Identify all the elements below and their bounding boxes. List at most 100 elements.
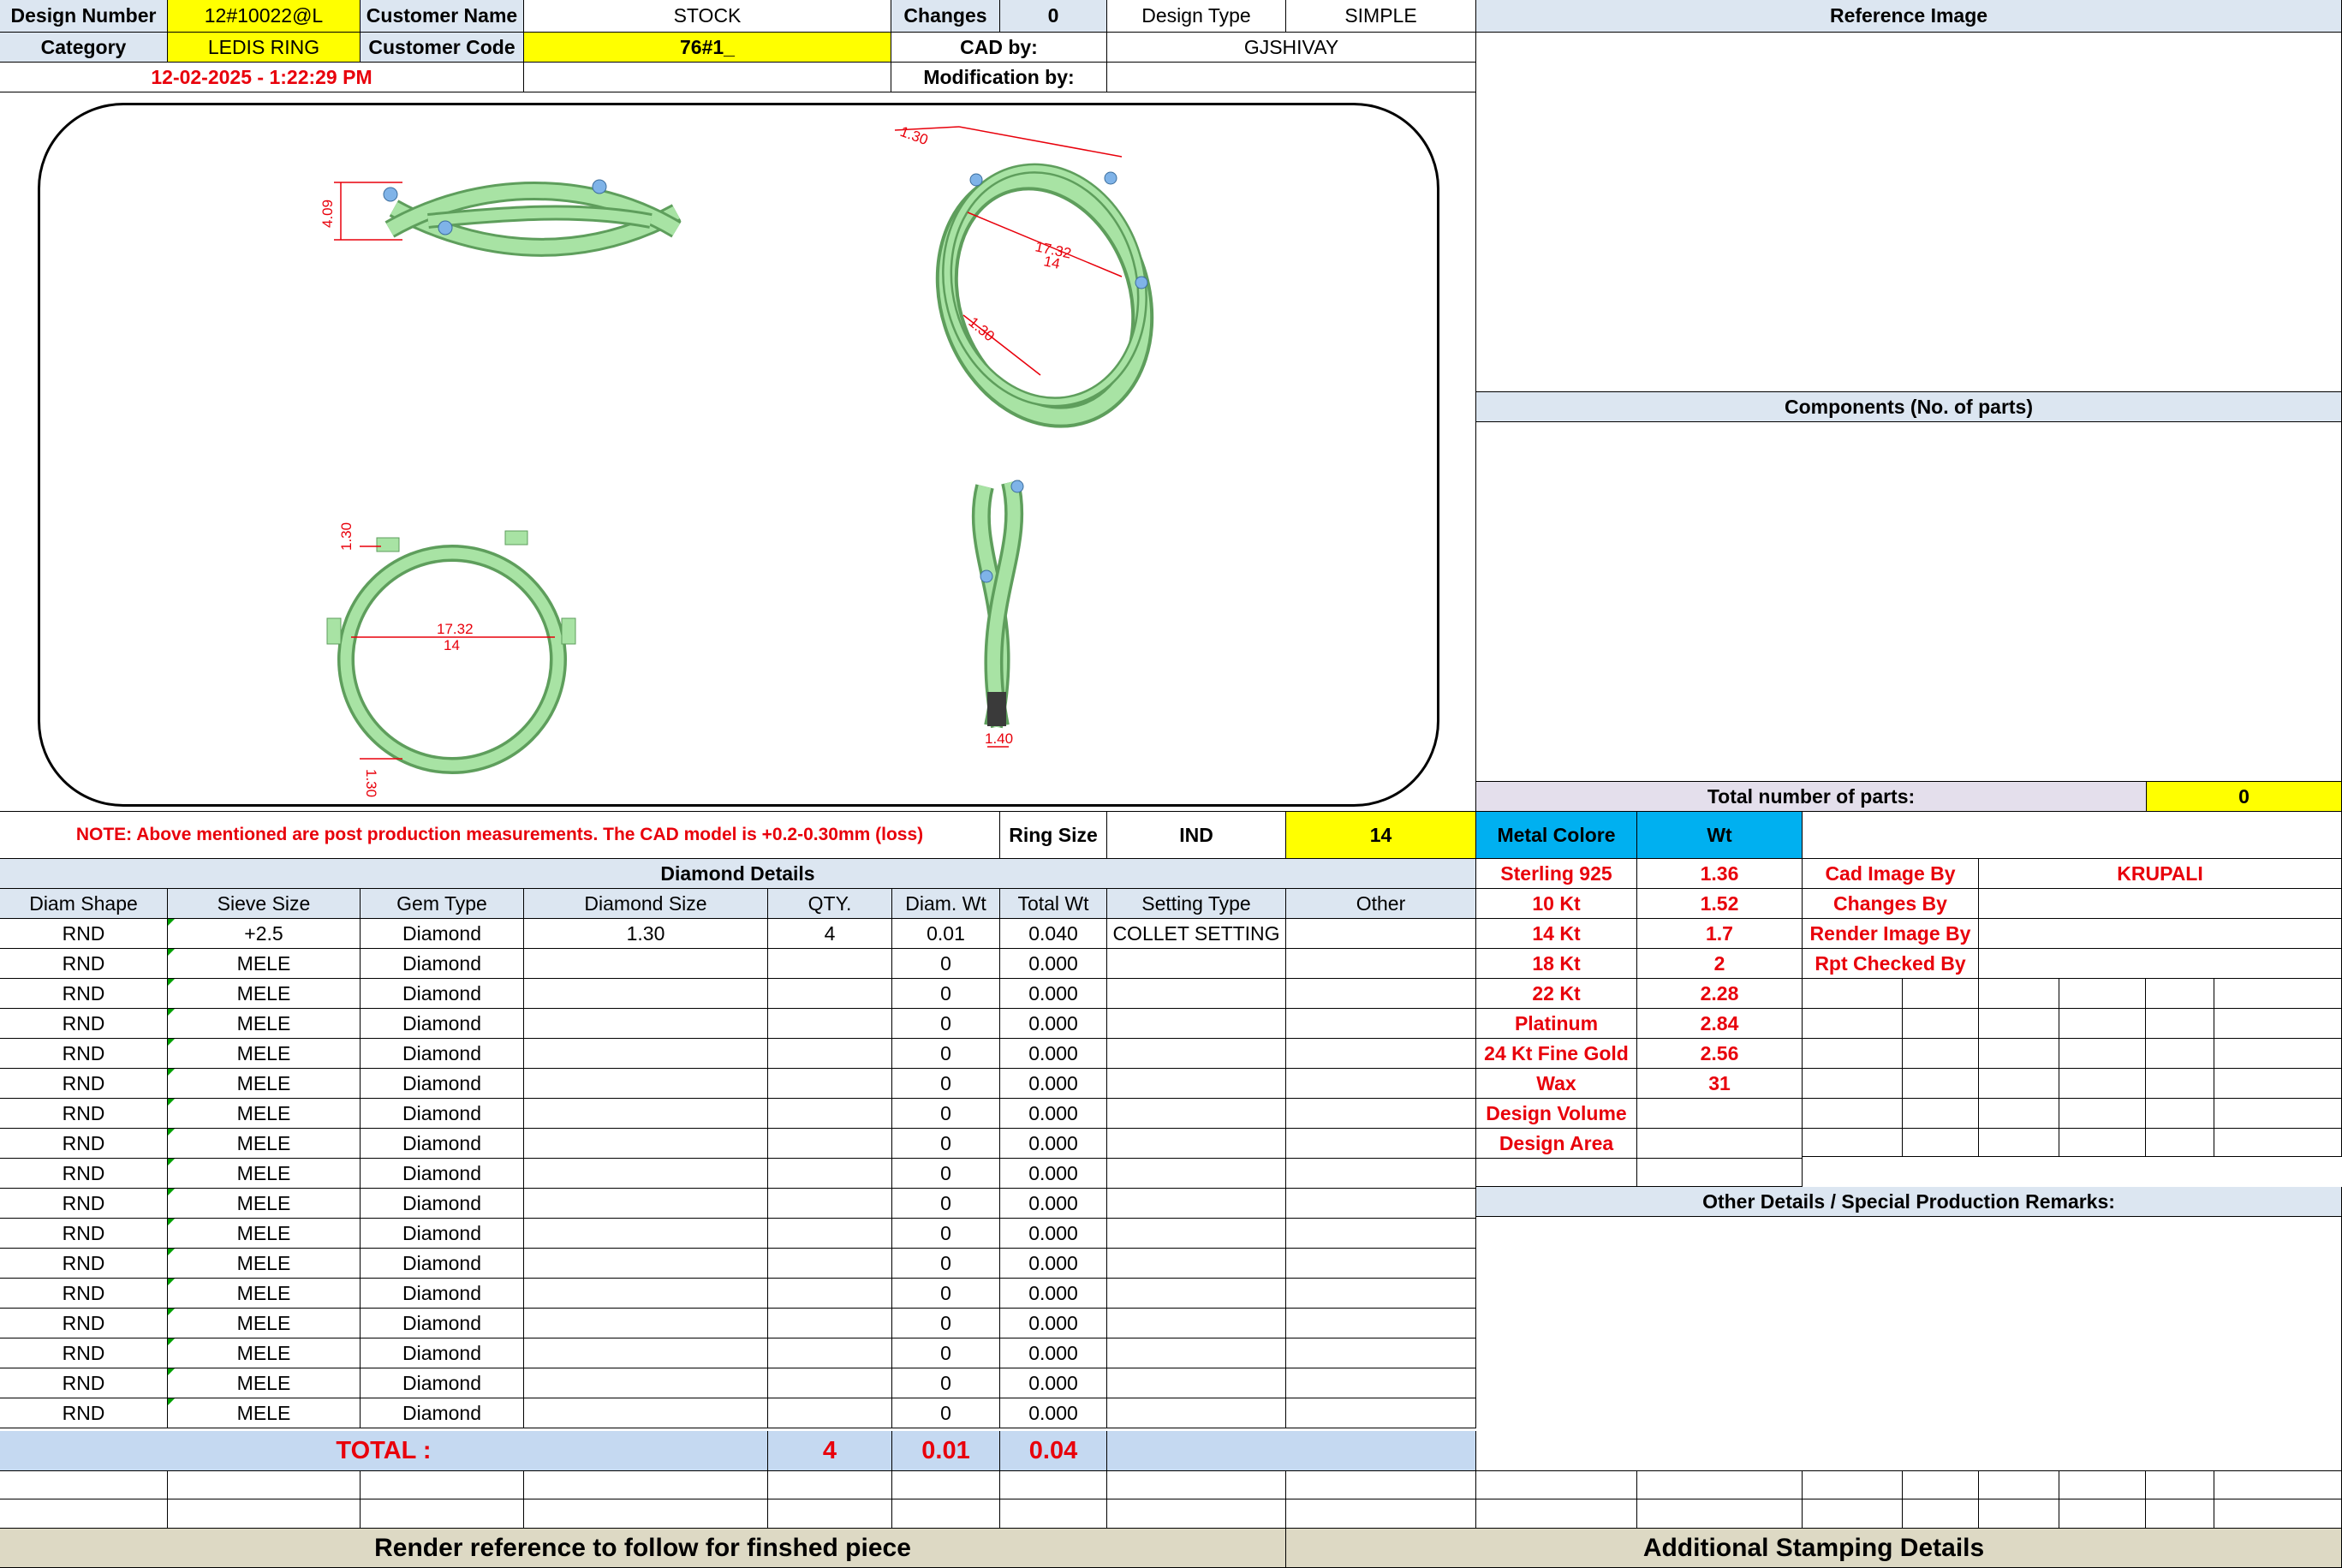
blank-cell[interactable] [168,1471,361,1499]
role-value[interactable] [1979,889,2342,919]
blank-cell[interactable] [1803,1499,1903,1529]
blank-cell[interactable] [1803,812,2342,859]
blank-cell[interactable] [768,1471,892,1499]
cell-setting-type[interactable] [1107,1368,1286,1398]
cell-gem-type[interactable]: Diamond [361,1219,524,1249]
cell-gem-type[interactable]: Diamond [361,919,524,949]
grid-cell[interactable] [2146,1129,2214,1157]
cell-diam-shape[interactable]: RND [0,1219,168,1249]
cell-diamond-size[interactable] [524,1189,768,1219]
cell-gem-type[interactable]: Diamond [361,1279,524,1309]
cell-gem-type[interactable]: Diamond [361,1159,524,1189]
cell-qty[interactable] [768,1338,892,1368]
cell-sieve-size[interactable]: MELE [168,1159,361,1189]
cell-other[interactable] [1286,1368,1476,1398]
blank-cell[interactable] [1476,1159,1637,1187]
grid-cell[interactable] [1903,1009,1979,1039]
role-value[interactable]: KRUPALI [1979,859,2342,889]
blank-cell[interactable] [1903,1471,1979,1499]
cell-qty[interactable] [768,1099,892,1129]
grid-cell[interactable] [2214,1069,2342,1099]
cell-diam-shape[interactable]: RND [0,919,168,949]
grid-cell[interactable] [2146,1069,2214,1099]
cell-diam-wt[interactable]: 0 [892,949,1000,979]
customer-name-cell[interactable]: STOCK [524,0,891,33]
cell-diamond-size[interactable] [524,1009,768,1039]
cell-gem-type[interactable]: Diamond [361,1309,524,1338]
cell-total-wt[interactable]: 0.000 [1000,1338,1107,1368]
changes-cell[interactable]: 0 [1000,0,1107,33]
grid-cell[interactable] [1903,1039,1979,1069]
grid-cell[interactable] [2059,1039,2146,1069]
cell-diamond-size[interactable] [524,1159,768,1189]
grid-cell[interactable] [1803,1039,1903,1069]
grid-cell[interactable] [1979,1099,2059,1129]
blank-cell[interactable] [524,1499,768,1529]
cell-diam-shape[interactable]: RND [0,1249,168,1279]
blank-cell[interactable] [768,1499,892,1529]
blank-cell[interactable] [2146,1471,2214,1499]
cell-diamond-size[interactable] [524,1309,768,1338]
grid-cell[interactable] [1903,1099,1979,1129]
cell-diam-shape[interactable]: RND [0,1009,168,1039]
blank-cell[interactable] [1803,1471,1903,1499]
blank-cell[interactable] [1637,1159,1803,1187]
cell-diam-shape[interactable]: RND [0,1099,168,1129]
cell-gem-type[interactable]: Diamond [361,1368,524,1398]
cell-diam-wt[interactable]: 0 [892,1009,1000,1039]
cell-other[interactable] [1286,1099,1476,1129]
blank-cell[interactable] [0,1499,168,1529]
grid-cell[interactable] [2214,979,2342,1009]
blank-cell[interactable] [1979,1499,2059,1529]
grid-cell[interactable] [1903,979,1979,1009]
cell-other[interactable] [1286,1129,1476,1159]
blank-cell[interactable] [524,1471,768,1499]
cell-qty[interactable] [768,1368,892,1398]
grid-cell[interactable] [1979,979,2059,1009]
grid-cell[interactable] [2146,1039,2214,1069]
cell-setting-type[interactable] [1107,1069,1286,1099]
cell-diam-wt[interactable]: 0 [892,1279,1000,1309]
cell-total-wt[interactable]: 0.000 [1000,1069,1107,1099]
cell-diam-shape[interactable]: RND [0,1069,168,1099]
blank-cell[interactable] [168,1499,361,1529]
metal-weight[interactable]: 31 [1637,1069,1803,1099]
cell-setting-type[interactable] [1107,1159,1286,1189]
grid-cell[interactable] [2059,1129,2146,1157]
cell-diamond-size[interactable] [524,1249,768,1279]
cell-setting-type[interactable] [1107,1398,1286,1428]
ring-size-value[interactable]: 14 [1286,812,1476,859]
cell-total-wt[interactable]: 0.000 [1000,1249,1107,1279]
cell-diam-shape[interactable]: RND [0,1368,168,1398]
cell-diam-wt[interactable]: 0 [892,1338,1000,1368]
cell-total-wt[interactable]: 0.000 [1000,1189,1107,1219]
cell-diamond-size[interactable] [524,1368,768,1398]
cell-setting-type[interactable] [1107,1009,1286,1039]
grid-cell[interactable] [1803,1009,1903,1039]
cell-diam-shape[interactable]: RND [0,979,168,1009]
grid-cell[interactable] [2214,1129,2342,1157]
cell-total-wt[interactable]: 0.000 [1000,1398,1107,1428]
cell-sieve-size[interactable]: MELE [168,1398,361,1428]
cell-sieve-size[interactable]: MELE [168,949,361,979]
cell-total-wt[interactable]: 0.000 [1000,1129,1107,1159]
blank-cell[interactable] [1979,1471,2059,1499]
grid-cell[interactable] [1979,1129,2059,1157]
cell-setting-type[interactable] [1107,1129,1286,1159]
grid-cell[interactable] [2146,979,2214,1009]
cell-diam-shape[interactable]: RND [0,1338,168,1368]
cell-qty[interactable] [768,1129,892,1159]
cell-sieve-size[interactable]: MELE [168,1219,361,1249]
cell-sieve-size[interactable]: MELE [168,1099,361,1129]
role-value[interactable] [1979,919,2342,949]
blank-cell[interactable] [2059,1471,2146,1499]
cell-qty[interactable] [768,979,892,1009]
cell-diamond-size[interactable] [524,979,768,1009]
blank-cell[interactable] [892,1499,1000,1529]
grid-cell[interactable] [2059,1069,2146,1099]
cell-qty[interactable] [768,1398,892,1428]
grid-cell[interactable] [1979,1009,2059,1039]
blank-cell[interactable] [2059,1499,2146,1529]
cell-total-wt[interactable]: 0.000 [1000,1099,1107,1129]
cell-diamond-size[interactable] [524,1069,768,1099]
